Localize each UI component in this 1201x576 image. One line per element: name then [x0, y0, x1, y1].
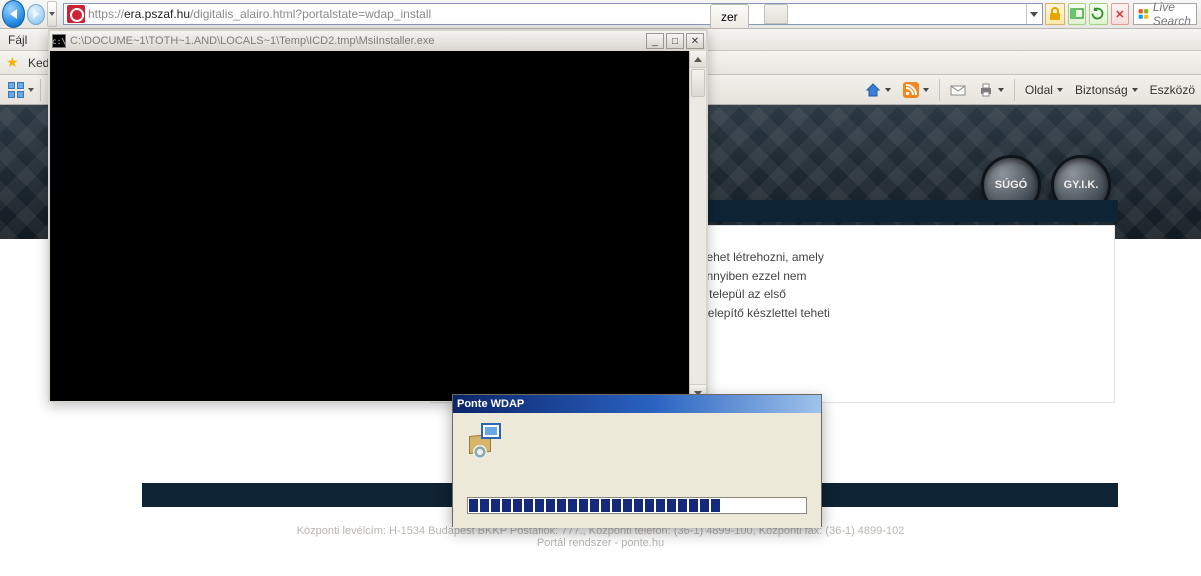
- page-menu[interactable]: Oldal: [1019, 81, 1069, 99]
- browser-tab[interactable]: zer: [710, 4, 749, 28]
- new-tab-button[interactable]: [764, 4, 788, 24]
- live-search-flag-icon: [1138, 6, 1149, 22]
- cmd-console-window[interactable]: c:\ C:\DOCUME~1\TOTH~1.AND\LOCALS~1\Temp…: [48, 29, 708, 402]
- quick-tabs-button[interactable]: [8, 82, 24, 98]
- read-mail-button[interactable]: [944, 80, 972, 100]
- home-icon: [865, 82, 881, 98]
- console-title-text: C:\DOCUME~1\TOTH~1.AND\LOCALS~1\Temp\ICD…: [70, 35, 644, 47]
- forward-button[interactable]: [27, 4, 45, 25]
- scroll-track[interactable]: [690, 98, 706, 384]
- ssl-lock-icon[interactable]: [1045, 3, 1065, 25]
- console-maximize-button[interactable]: □: [666, 33, 684, 49]
- recent-pages-dropdown[interactable]: [47, 1, 57, 27]
- console-output-area[interactable]: [50, 51, 689, 401]
- installer-icon: [469, 423, 503, 457]
- console-body: [50, 51, 706, 401]
- console-close-button[interactable]: ✕: [686, 33, 704, 49]
- home-button[interactable]: [859, 80, 897, 100]
- cmd-icon: c:\: [52, 34, 66, 48]
- tools-menu[interactable]: Eszközö: [1144, 81, 1201, 99]
- refresh-button[interactable]: [1089, 3, 1107, 25]
- favorites-star-icon[interactable]: ★: [6, 55, 22, 71]
- console-titlebar[interactable]: c:\ C:\DOCUME~1\TOTH~1.AND\LOCALS~1\Temp…: [50, 31, 706, 51]
- site-favicon-icon: [67, 5, 85, 23]
- address-field[interactable]: https://era.pszaf.hu/digitalis_alairo.ht…: [63, 3, 1043, 25]
- printer-icon: [978, 82, 994, 98]
- scroll-thumb[interactable]: [691, 69, 705, 97]
- separator: [40, 79, 41, 101]
- console-scrollbar[interactable]: [689, 51, 706, 401]
- installer-dialog[interactable]: Ponte WDAP: [452, 394, 822, 527]
- compat-view-button[interactable]: [1068, 3, 1086, 25]
- address-text: https://era.pszaf.hu/digitalis_alairo.ht…: [88, 7, 1026, 21]
- address-history-dropdown[interactable]: [1026, 4, 1042, 24]
- rss-icon: [903, 82, 919, 98]
- installer-progress-bar: [467, 497, 807, 514]
- back-button[interactable]: [2, 0, 25, 28]
- safety-menu[interactable]: Biztonság: [1069, 81, 1144, 99]
- mail-icon: [950, 82, 966, 98]
- menu-file[interactable]: Fájl: [0, 33, 35, 47]
- browser-address-bar: https://era.pszaf.hu/digitalis_alairo.ht…: [0, 0, 1201, 29]
- installer-body: [453, 413, 821, 528]
- separator: [939, 79, 940, 101]
- feeds-button[interactable]: [897, 80, 935, 100]
- quick-tabs-dropdown[interactable]: [26, 88, 36, 92]
- search-field[interactable]: Live Search: [1133, 3, 1197, 25]
- separator: [1014, 79, 1015, 101]
- scroll-up-button[interactable]: [690, 51, 706, 68]
- search-placeholder: Live Search: [1153, 0, 1196, 28]
- print-button[interactable]: [972, 80, 1010, 100]
- page-footer-text: Központi levélcím: H-1534 Budapest BKKP …: [0, 525, 1201, 549]
- console-minimize-button[interactable]: _: [646, 33, 664, 49]
- installer-titlebar[interactable]: Ponte WDAP: [453, 395, 821, 413]
- tab-label: zer: [721, 10, 738, 24]
- stop-button[interactable]: ✕: [1111, 3, 1129, 25]
